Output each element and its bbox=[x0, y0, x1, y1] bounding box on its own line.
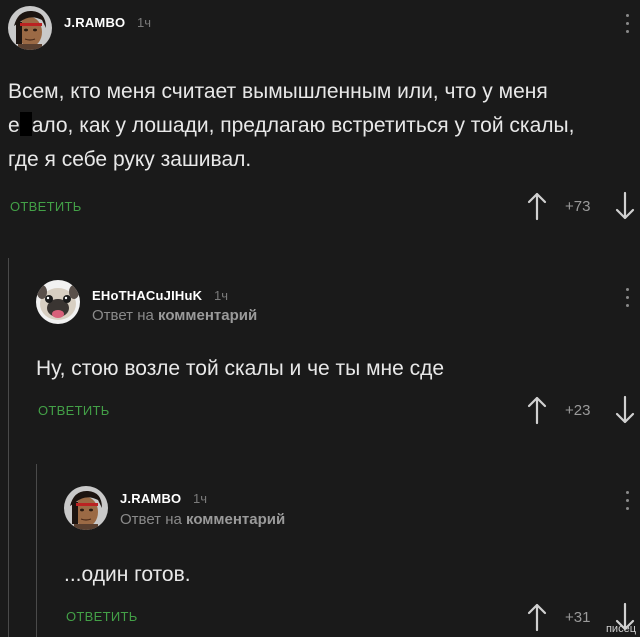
comment-2: EHoTHACuJIHuK 1ч Ответ на комментарий Ну… bbox=[0, 258, 640, 448]
reply-to-prefix: Ответ на bbox=[120, 511, 187, 528]
reply-button[interactable]: ОТВЕТИТЬ bbox=[38, 403, 110, 418]
comment-text-fragment: е bbox=[8, 114, 20, 137]
comment-3: J.RAMBO 1ч Ответ на комментарий ...один … bbox=[0, 464, 640, 637]
more-vertical-icon[interactable] bbox=[624, 491, 630, 513]
comment-body: Всем, кто меня считает вымышленным или, … bbox=[8, 75, 628, 177]
arrow-up-icon[interactable] bbox=[526, 191, 548, 221]
reply-to-link[interactable]: Ответ на комментарий bbox=[92, 307, 257, 324]
username[interactable]: J.RAMBO bbox=[120, 491, 181, 506]
comment-body: ...один готов. bbox=[64, 563, 191, 586]
timestamp: 1ч bbox=[193, 491, 208, 506]
avatar[interactable] bbox=[36, 280, 80, 324]
reply-to-target[interactable]: комментарий bbox=[158, 307, 257, 324]
rambo-avatar bbox=[8, 6, 52, 50]
more-vertical-icon[interactable] bbox=[624, 14, 630, 36]
arrow-up-icon[interactable] bbox=[526, 602, 548, 632]
watermark: писец bbox=[605, 623, 636, 635]
censor-bar bbox=[19, 112, 32, 136]
arrow-up-icon[interactable] bbox=[526, 395, 548, 425]
timestamp: 1ч bbox=[137, 15, 152, 30]
avatar[interactable] bbox=[64, 486, 108, 530]
timestamp: 1ч bbox=[214, 288, 229, 303]
more-vertical-icon[interactable] bbox=[624, 288, 630, 310]
reply-to-target[interactable]: комментарий bbox=[186, 511, 285, 528]
comment-text-line: е ало, как у лошади, предлагаю встретитьс… bbox=[8, 109, 628, 143]
reply-to-link[interactable]: Ответ на комментарий bbox=[120, 511, 285, 528]
pug-avatar bbox=[36, 280, 80, 324]
comment-text-fragment: ало, как у лошади, предлагаю встретиться… bbox=[31, 114, 575, 137]
comment-1: J.RAMBO 1ч Всем, кто меня считает вымышл… bbox=[0, 0, 640, 240]
comment-body: Ну, стою возле той скалы и че ты мне сде bbox=[36, 357, 445, 380]
username[interactable]: J.RAMBO bbox=[64, 15, 125, 30]
reply-to-prefix: Ответ на bbox=[92, 307, 159, 324]
reply-button[interactable]: ОТВЕТИТЬ bbox=[66, 609, 138, 624]
arrow-down-icon[interactable] bbox=[614, 191, 636, 221]
vote-score: +31 bbox=[565, 609, 591, 626]
vote-score: +73 bbox=[565, 198, 591, 215]
vote-score: +23 bbox=[565, 402, 591, 419]
comment-text-line: где я себе руку зашивал. bbox=[8, 148, 252, 171]
reply-button[interactable]: ОТВЕТИТЬ bbox=[10, 199, 82, 214]
rambo-avatar bbox=[64, 486, 108, 530]
username[interactable]: EHoTHACuJIHuK bbox=[92, 288, 202, 303]
comment-text-line: Всем, кто меня считает вымышленным или, … bbox=[8, 80, 548, 103]
arrow-down-icon[interactable] bbox=[614, 395, 636, 425]
avatar[interactable] bbox=[8, 6, 52, 50]
